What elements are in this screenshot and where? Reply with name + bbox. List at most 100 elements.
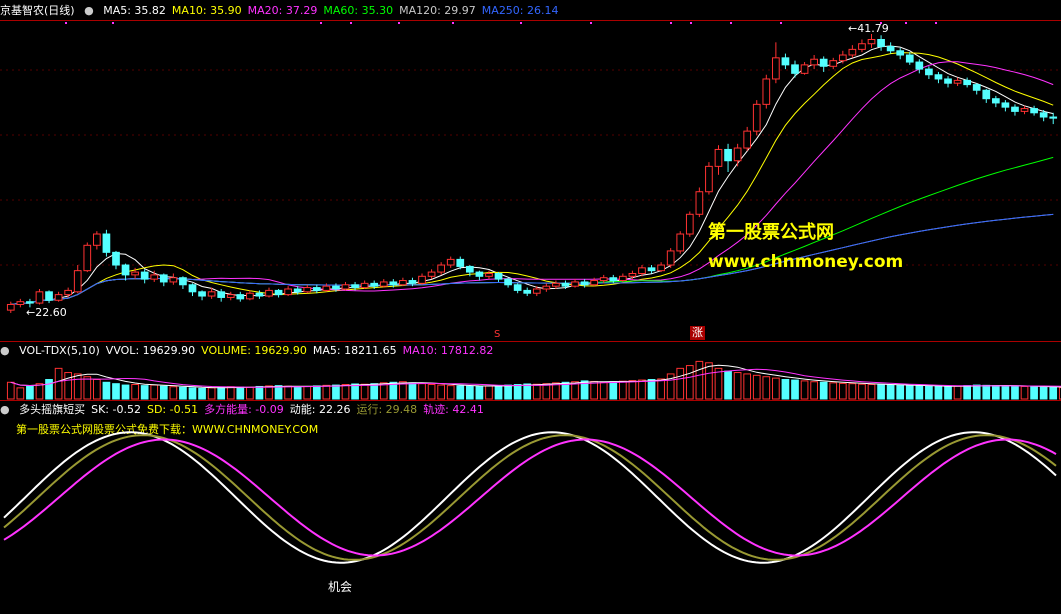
volume-bar <box>140 385 149 400</box>
candle-body <box>982 89 991 100</box>
candle-body <box>169 277 178 283</box>
volume-bar <box>762 376 771 400</box>
volume-bar <box>1039 386 1048 400</box>
volume-bar <box>341 384 350 400</box>
candle-body <box>255 292 264 297</box>
candle-body <box>198 291 206 297</box>
volume-bar <box>1001 385 1010 400</box>
volume-bar <box>972 384 981 400</box>
volume-bar <box>1049 386 1058 400</box>
candle-body <box>93 233 101 246</box>
volume-bar <box>877 384 885 400</box>
candle-body <box>284 288 292 296</box>
volume-bar <box>858 383 866 400</box>
volume-bar <box>705 362 713 400</box>
signal-dot <box>452 22 454 24</box>
candle-body <box>772 57 780 80</box>
volume-bar <box>54 367 63 400</box>
candle-body <box>64 289 73 296</box>
candle-body <box>226 294 235 298</box>
candle-body <box>456 258 465 267</box>
volume-bar <box>26 385 34 400</box>
candle-body <box>944 78 952 84</box>
volume-bar <box>456 385 465 400</box>
watermark-url: www.chnmoney.com <box>708 252 904 272</box>
candle-body <box>934 74 943 80</box>
candle-body <box>236 294 245 300</box>
candle-body <box>705 165 713 193</box>
candle-body <box>791 64 799 74</box>
volume-bar <box>73 373 82 400</box>
candle-body <box>217 291 226 298</box>
volume-bar <box>112 383 120 400</box>
volume-bar <box>102 381 111 400</box>
volume-bar <box>274 385 283 400</box>
candle-body <box>150 274 159 280</box>
volume-bar <box>179 386 187 400</box>
candle-body <box>16 301 25 305</box>
candle-body <box>322 285 331 291</box>
volume-bar <box>35 383 44 400</box>
volume-bar <box>743 373 752 400</box>
candle-body <box>303 287 312 293</box>
candle-body <box>131 271 139 276</box>
volume-bar <box>360 383 369 400</box>
volume-bar <box>657 378 665 400</box>
volume-bar <box>599 381 608 400</box>
volume-bar <box>217 386 226 400</box>
candle-body <box>379 281 388 287</box>
stock-chart <box>0 22 1061 564</box>
high-price-label: ←41.79 <box>848 22 889 35</box>
candle-body <box>179 277 187 286</box>
candle-body <box>1039 112 1048 118</box>
candle-body <box>695 191 704 215</box>
candle-body <box>571 281 579 287</box>
signal-dot <box>905 22 907 24</box>
signal-dot <box>65 22 67 24</box>
volume-bar <box>303 385 312 400</box>
volume-bar <box>819 381 828 400</box>
signal-dot <box>350 22 352 24</box>
volume-bar <box>446 385 455 400</box>
candle-body <box>638 267 646 274</box>
volume-bar <box>944 386 952 400</box>
candle-body <box>35 291 44 304</box>
candle-body <box>494 272 503 280</box>
volume-bar <box>925 385 933 400</box>
volume-bar <box>685 365 694 400</box>
candle-body <box>274 289 283 296</box>
volume-bar <box>953 385 962 400</box>
volume-bar <box>284 385 292 400</box>
candle-body <box>609 277 618 282</box>
candle-body <box>6 303 15 311</box>
volume-bar <box>532 383 541 400</box>
volume-bar <box>226 386 235 400</box>
signal-zhang-label: 涨 <box>690 326 705 340</box>
signal-dot <box>590 22 592 24</box>
candle-body <box>45 291 53 301</box>
candle-body <box>714 148 723 167</box>
osc-sk-line <box>3 431 1057 564</box>
volume-bar <box>485 385 493 400</box>
candle-body <box>925 68 933 76</box>
candle-body <box>619 275 627 282</box>
volume-bar <box>131 384 139 400</box>
candle-body <box>733 147 742 162</box>
candle-body <box>590 280 599 286</box>
candle-body <box>666 250 675 266</box>
low-price-label: ←22.60 <box>26 306 67 319</box>
volume-bar <box>1020 385 1029 400</box>
candle-body <box>858 43 866 50</box>
volume-bar <box>791 379 799 400</box>
volume-bar <box>896 384 905 400</box>
volume-bar <box>121 384 130 400</box>
candle-body <box>408 280 417 284</box>
candle-body <box>54 294 63 301</box>
candle-body <box>647 267 656 272</box>
volume-bar <box>465 385 474 400</box>
volume-bar <box>695 360 704 400</box>
volume-bar <box>724 370 732 400</box>
volume-bar <box>647 379 656 400</box>
candle-body <box>867 39 876 45</box>
signal-dot <box>320 22 322 24</box>
